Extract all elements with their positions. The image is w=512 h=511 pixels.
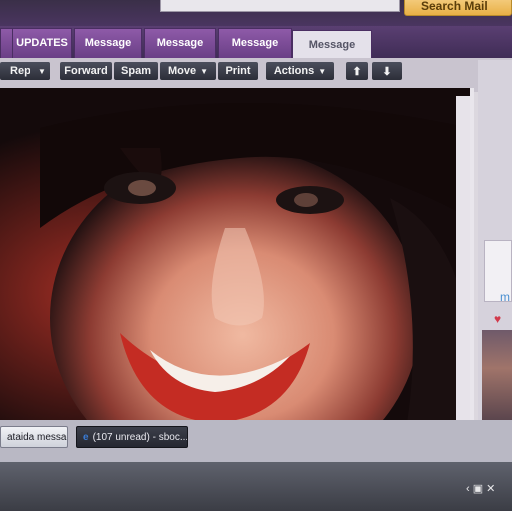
sidebar-label: m — [500, 290, 510, 304]
chevron-down-icon: ▼ — [200, 67, 209, 76]
heart-icon[interactable]: ♥ — [494, 312, 501, 326]
spam-button[interactable]: Spam — [114, 62, 158, 80]
next-message-button[interactable]: ⬇ — [372, 62, 402, 80]
tab-message-2[interactable]: Message — [144, 28, 216, 58]
actions-label: Actions — [273, 65, 315, 77]
portrait-photo — [0, 88, 470, 460]
chevron-down-icon: ▼ — [318, 67, 327, 76]
taskbar-item-mail-label: (107 unread) - sboc... — [92, 432, 188, 443]
prev-message-button[interactable]: ⬆ — [346, 62, 368, 80]
move-button[interactable]: Move ▼ — [160, 62, 216, 80]
actions-button[interactable]: Actions ▼ — [266, 62, 334, 80]
system-tray[interactable]: ‹ ▣ ✕ — [466, 482, 495, 495]
tab-updates[interactable]: UPDATES — [12, 28, 72, 58]
forward-button[interactable]: Forward — [60, 62, 112, 80]
tab-message-1[interactable]: Message — [74, 28, 142, 58]
monitor-bezel — [0, 462, 512, 511]
taskbar-item-message[interactable]: ataida message... — [0, 426, 68, 448]
ie-icon: e — [83, 432, 89, 443]
chevron-down-icon: ▼ — [38, 67, 46, 76]
search-mail-button[interactable]: Search Mail — [404, 0, 512, 16]
reply-dropdown[interactable]: ▼ — [30, 62, 50, 80]
search-input[interactable] — [160, 0, 400, 12]
sidebar-photo — [482, 330, 512, 426]
message-photo — [0, 88, 474, 460]
taskbar-item-mail[interactable]: e (107 unread) - sboc... — [76, 426, 188, 448]
message-scrollbar[interactable] — [456, 96, 470, 456]
tab-message-3[interactable]: Message — [218, 28, 292, 58]
print-button[interactable]: Print — [218, 62, 258, 80]
move-label: Move — [167, 65, 197, 77]
